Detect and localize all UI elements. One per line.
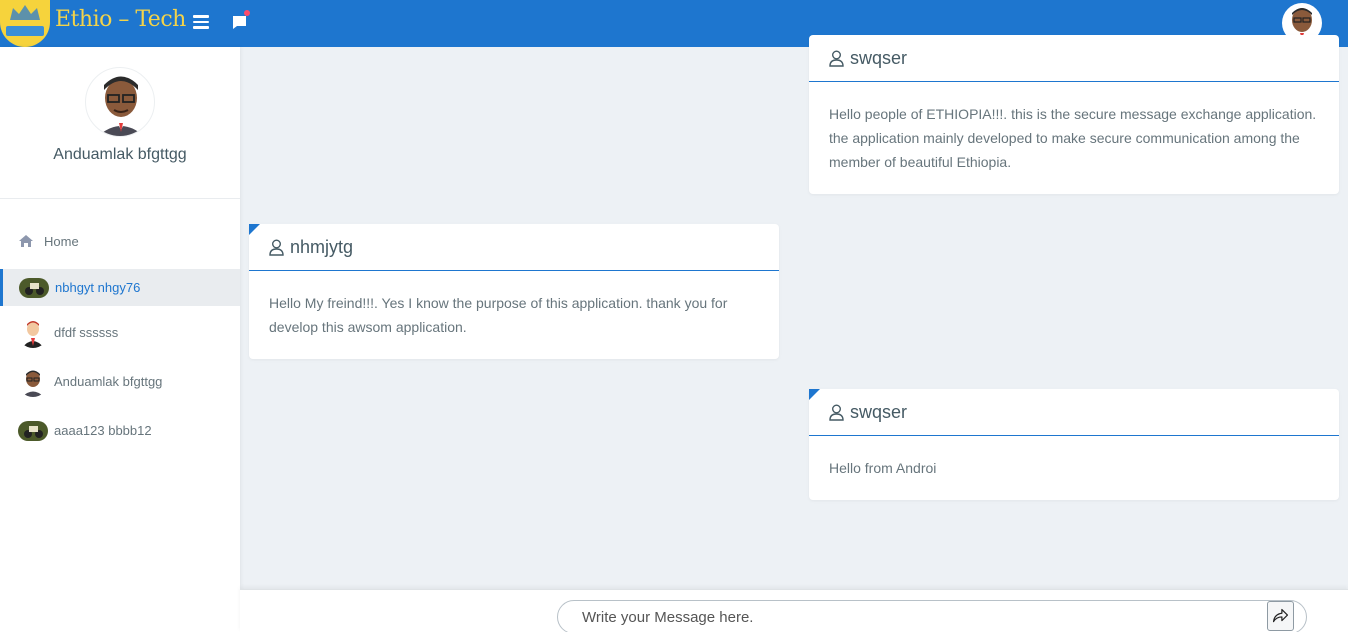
notification-dot — [244, 10, 250, 16]
message-text: Hello people of ETHIOPIA!!!. this is the… — [829, 106, 1317, 170]
message-sender: nhmjytg — [290, 236, 354, 257]
avatar-motorbike-icon — [18, 420, 48, 441]
message-input[interactable] — [557, 600, 1307, 632]
user-outline-icon — [269, 239, 284, 256]
message-text: Hello from Androi — [829, 460, 937, 476]
avatar-man-suit-icon — [18, 317, 48, 348]
sidebar-item-label: nbhgyt nhgy76 — [55, 280, 141, 295]
user-outline-icon — [829, 50, 844, 67]
send-button[interactable] — [1267, 601, 1294, 631]
sidebar-item-home[interactable]: Home — [0, 222, 240, 260]
brand-title[interactable]: Ethio – Tech — [55, 7, 186, 32]
sidebar-item-contact[interactable]: dfdf ssssss — [0, 310, 240, 355]
message-composer — [240, 589, 1348, 632]
sidebar-item-label: dfdf ssssss — [54, 325, 119, 340]
hamburger-icon[interactable] — [193, 15, 209, 29]
message-header: swqser — [809, 35, 1339, 82]
logo-icon[interactable] — [0, 0, 50, 47]
message-header: swqser — [809, 389, 1339, 436]
profile-name: Anduamlak bfgttgg — [53, 146, 187, 163]
user-outline-icon — [829, 404, 844, 421]
share-arrow-icon — [1272, 608, 1289, 623]
card-corner-marker — [809, 389, 820, 400]
message-card-sent: nhmjytg Hello My freind!!!. Yes I know t… — [249, 224, 779, 359]
card-corner-marker — [249, 224, 260, 235]
message-sender: swqser — [850, 401, 908, 422]
profile-section: Anduamlak bfgttgg — [0, 47, 240, 199]
sidebar-item-label: Anduamlak bfgttgg — [54, 374, 163, 389]
message-sender: swqser — [850, 47, 908, 68]
sidebar-item-contact[interactable]: aaaa123 bbbb12 — [0, 408, 240, 453]
chat-bubble-icon[interactable] — [232, 15, 247, 30]
message-text: Hello My freind!!!. Yes I know the purpo… — [269, 295, 728, 335]
profile-avatar[interactable] — [85, 67, 155, 137]
sidebar-item-label: aaaa123 bbbb12 — [54, 423, 152, 438]
sidebar-item-contact[interactable]: Anduamlak bfgttgg — [0, 359, 240, 404]
avatar-man-glasses-icon — [18, 366, 48, 397]
sidebar-item-label: Home — [44, 233, 79, 249]
sidebar-nav: Home nbhgyt nhgy76 dfdf ssssss Anduamlak… — [0, 222, 240, 457]
sidebar: Anduamlak bfgttgg Home nbhgyt nhgy76 dfd… — [0, 47, 240, 632]
message-card-received: swqser Hello from Androi — [809, 389, 1339, 500]
avatar-motorbike-icon — [19, 277, 49, 298]
home-icon — [19, 235, 33, 247]
sidebar-item-contact[interactable]: nbhgyt nhgy76 — [0, 269, 240, 306]
message-card-received: swqser Hello people of ETHIOPIA!!!. this… — [809, 35, 1339, 194]
message-header: nhmjytg — [249, 224, 779, 271]
